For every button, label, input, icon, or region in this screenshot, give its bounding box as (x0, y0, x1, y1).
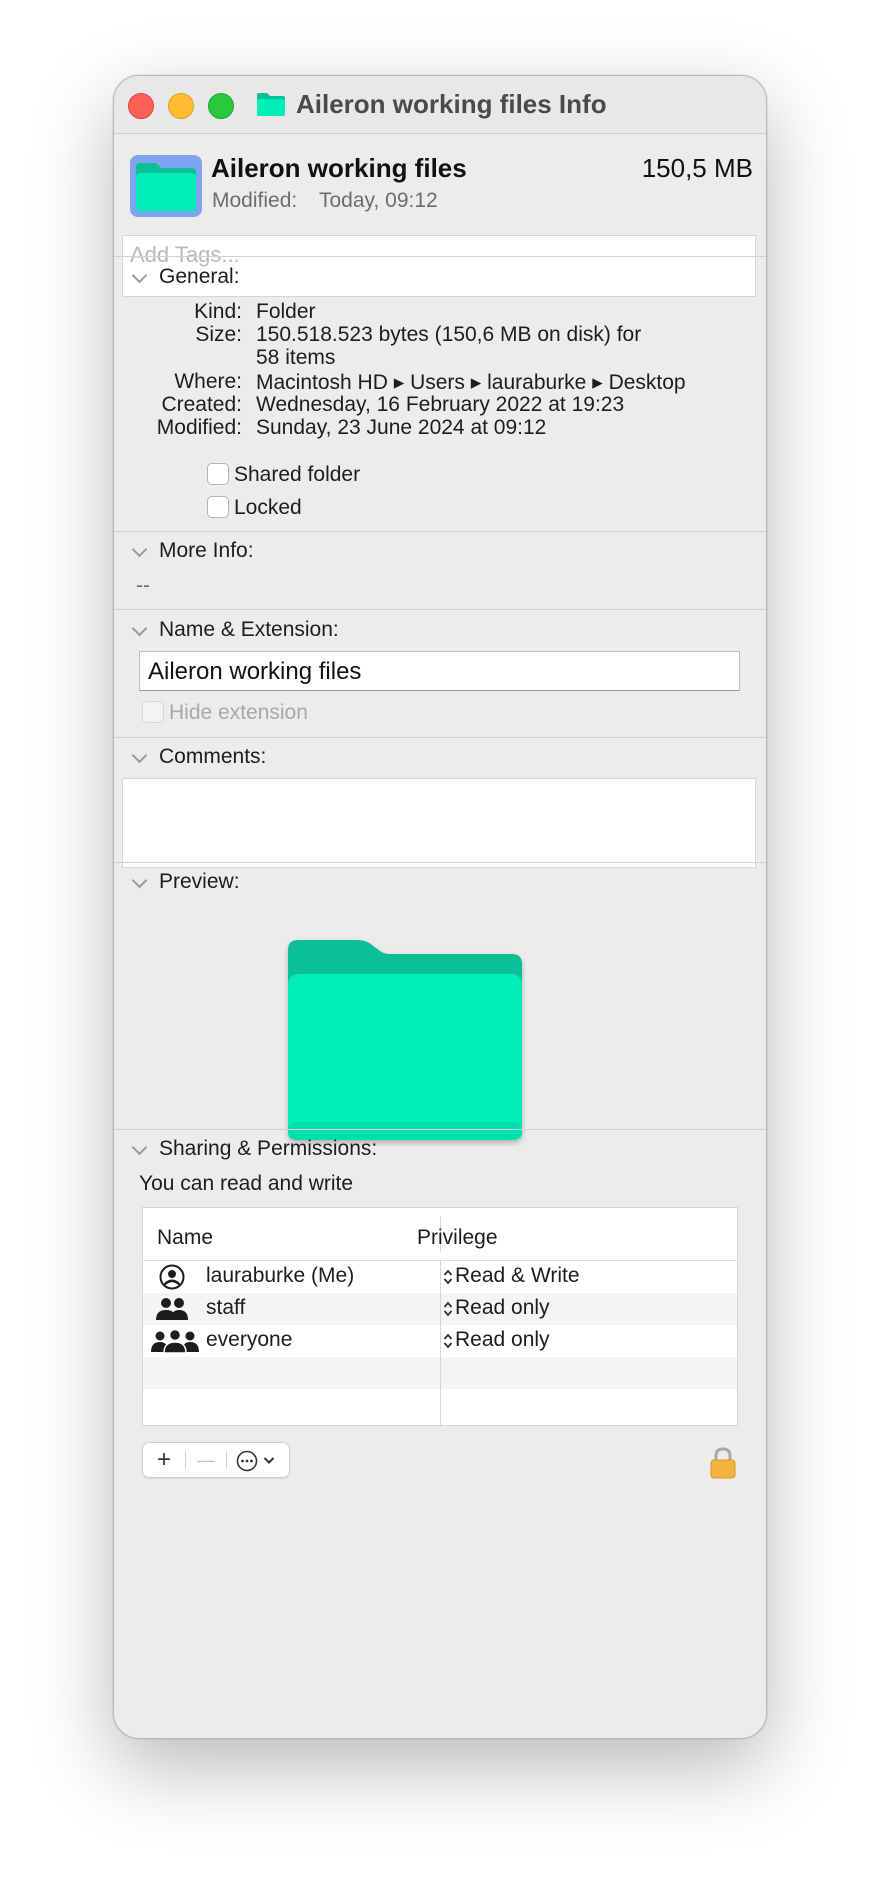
chevron-down-icon[interactable] (131, 1139, 148, 1156)
section-title: General: (159, 265, 240, 288)
locked-label: Locked (234, 496, 302, 519)
modified-label: Modified: (156, 416, 242, 439)
permissions-button-bar: + — (142, 1442, 290, 1478)
chevron-down-icon[interactable] (131, 267, 148, 284)
locked-checkbox[interactable] (207, 496, 229, 518)
chevron-down-icon[interactable] (131, 541, 148, 558)
divider (114, 531, 766, 532)
where-label: Where: (174, 370, 242, 393)
action-menu-button[interactable] (227, 1443, 289, 1477)
size-value: 150.518.523 bytes (150,6 MB on disk) for (256, 323, 642, 346)
user-circle-icon (159, 1264, 185, 1290)
kind-value: Folder (256, 300, 316, 323)
user-name: everyone (206, 1328, 293, 1351)
everyone-icon (151, 1328, 199, 1354)
file-size: 150,5 MB (641, 153, 753, 183)
modified-label: Modified: (212, 189, 298, 212)
shared-folder-label: Shared folder (234, 463, 361, 486)
more-info-section-header[interactable]: More Info: (131, 539, 254, 563)
up-down-arrows-icon[interactable] (443, 1300, 453, 1318)
sharing-section-header[interactable]: Sharing & Permissions: (131, 1137, 377, 1161)
window-title: Aileron working files Info (296, 89, 607, 119)
name-extension-section-header[interactable]: Name & Extension: (131, 618, 339, 642)
section-title: Sharing & Permissions: (159, 1137, 378, 1160)
folder-icon (130, 155, 202, 217)
privilege-popup[interactable]: Read & Write (455, 1264, 580, 1288)
section-title: Name & Extension: (159, 618, 339, 641)
lock-icon[interactable] (708, 1446, 738, 1480)
privilege-popup[interactable]: Read only (455, 1328, 550, 1352)
close-button[interactable] (128, 93, 154, 119)
permissions-summary: You can read and write (139, 1172, 354, 1195)
size-label: Size: (195, 323, 242, 346)
comments-field[interactable] (122, 778, 756, 868)
column-header-privilege[interactable]: Privilege (417, 1226, 498, 1250)
privilege-popup[interactable]: Read only (455, 1296, 550, 1320)
name-field[interactable] (139, 651, 740, 691)
hide-extension-label: Hide extension (169, 701, 308, 724)
zoom-button[interactable] (208, 93, 234, 119)
divider (114, 256, 766, 257)
ellipsis-circle-icon (236, 1450, 258, 1472)
size-value-items: 58 items (256, 346, 336, 369)
chevron-down-icon[interactable] (131, 872, 148, 889)
general-section-header[interactable]: General: (131, 265, 240, 289)
created-value: Wednesday, 16 February 2022 at 19:23 (256, 393, 625, 416)
section-title: More Info: (159, 539, 254, 562)
group-icon (156, 1298, 188, 1320)
info-window: Aileron working files Info Aileron worki… (113, 75, 767, 1739)
chevron-down-icon[interactable] (131, 620, 148, 637)
file-name: Aileron working files (211, 153, 467, 183)
title-bar[interactable]: Aileron working files Info (114, 76, 766, 134)
comments-input[interactable] (123, 779, 755, 867)
folder-preview-icon (288, 940, 522, 1140)
divider (114, 609, 766, 610)
divider (114, 862, 766, 863)
created-label: Created: (161, 393, 242, 416)
kind-label: Kind: (194, 300, 242, 323)
column-divider (440, 1261, 441, 1425)
folder-icon (257, 93, 285, 116)
where-value: Macintosh HD ▸ Users ▸ lauraburke ▸ Desk… (256, 371, 686, 394)
section-title: Comments: (159, 745, 267, 768)
name-input[interactable] (146, 657, 730, 687)
remove-user-button[interactable]: — (186, 1443, 226, 1477)
user-name: lauraburke (Me) (206, 1264, 355, 1287)
chevron-down-icon (263, 1457, 275, 1464)
divider (114, 1129, 766, 1130)
up-down-arrows-icon[interactable] (443, 1332, 453, 1350)
add-user-button[interactable]: + (143, 1443, 185, 1477)
user-name: staff (206, 1296, 246, 1319)
more-info-value: -- (136, 574, 150, 597)
modified-value: Sunday, 23 June 2024 at 09:12 (256, 416, 547, 439)
column-header-name[interactable]: Name (157, 1226, 213, 1250)
up-down-arrows-icon[interactable] (443, 1268, 453, 1286)
minimize-button[interactable] (168, 93, 194, 119)
chevron-down-icon[interactable] (131, 747, 148, 764)
permissions-table: Name Privilege lauraburke (Me) Read & Wr… (142, 1207, 738, 1426)
comments-section-header[interactable]: Comments: (131, 745, 266, 769)
modified-value: Today, 09:12 (319, 189, 438, 212)
preview-section-header[interactable]: Preview: (131, 870, 240, 894)
divider (114, 737, 766, 738)
shared-folder-checkbox[interactable] (207, 463, 229, 485)
hide-extension-checkbox[interactable] (142, 701, 164, 723)
section-title: Preview: (159, 870, 240, 893)
